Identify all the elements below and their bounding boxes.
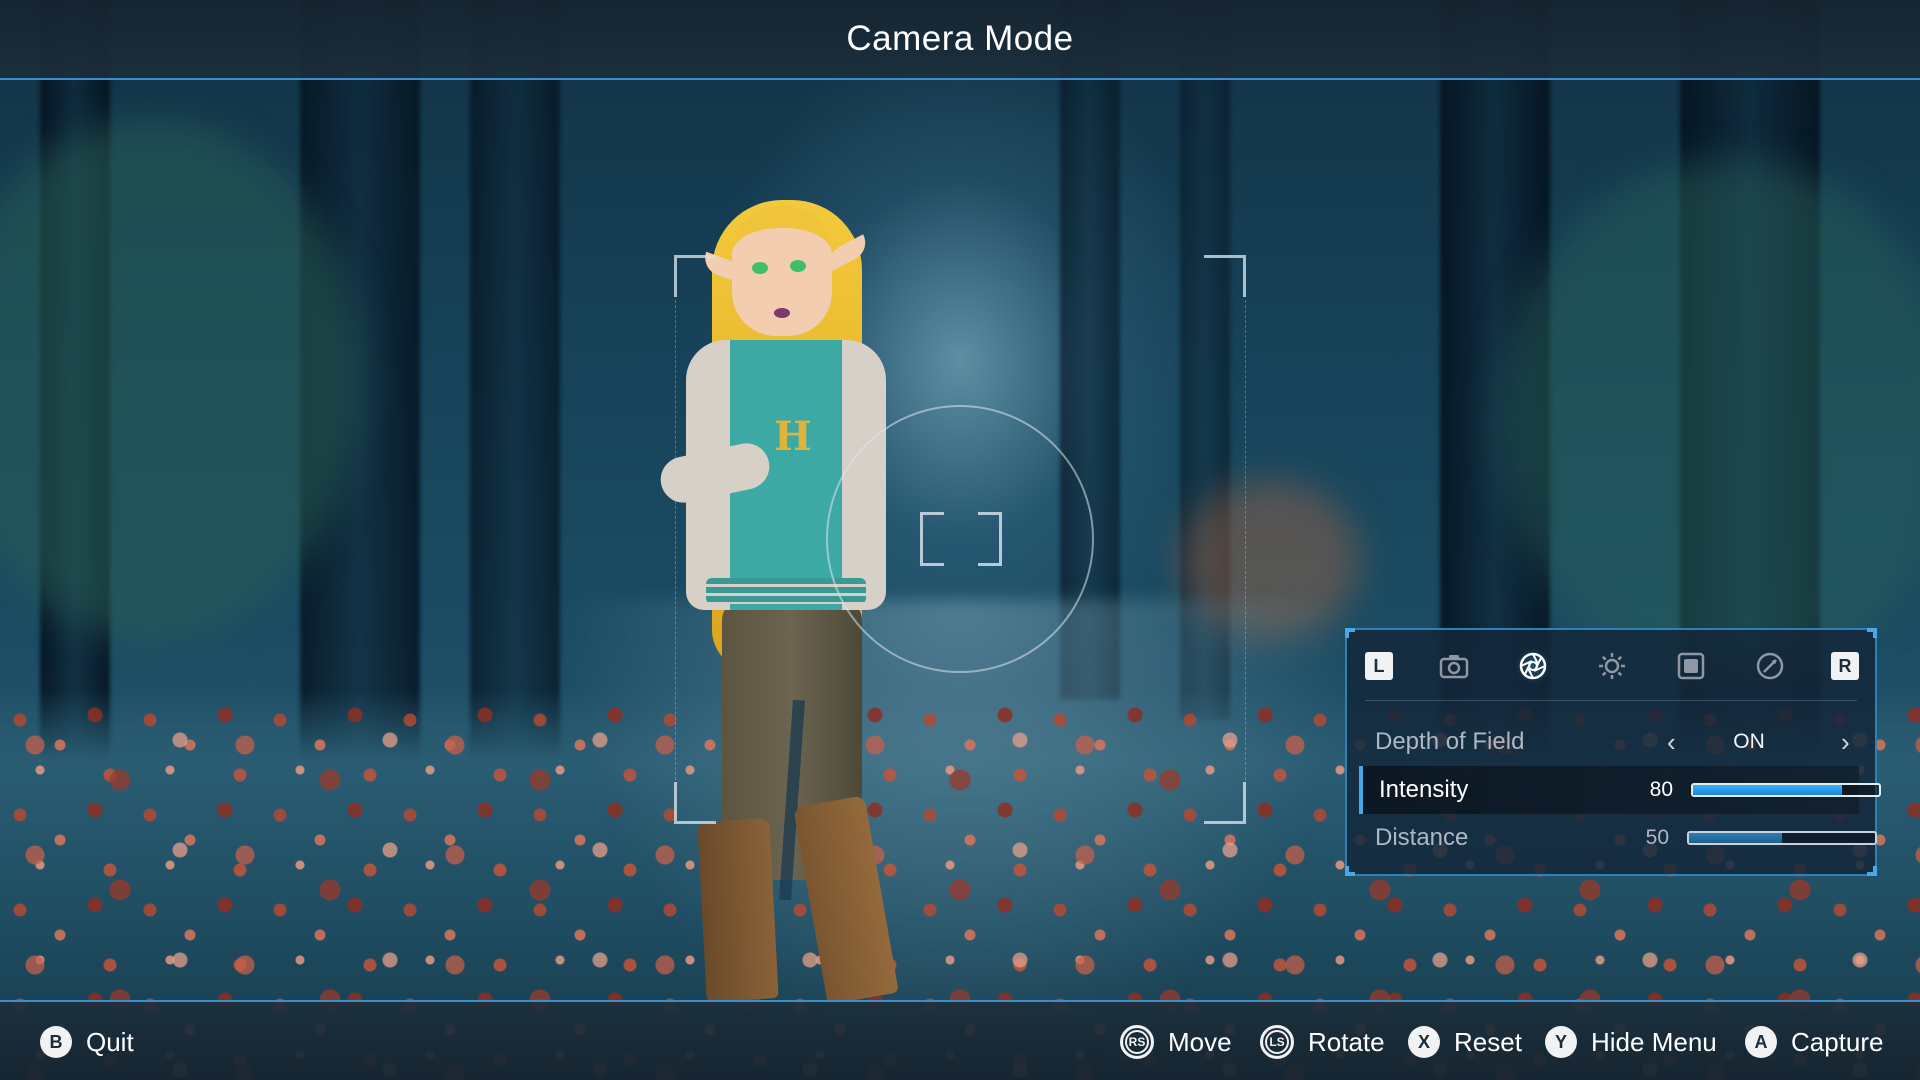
camera-icon <box>1439 655 1469 679</box>
character-boot <box>793 795 899 1005</box>
control-hints-bar: B Quit RS Move LS Rotate X Reset Y Hide … <box>0 1000 1920 1080</box>
hint-label: Capture <box>1791 1026 1884 1057</box>
frame-guide-line <box>1245 300 1246 780</box>
panel-corner <box>1867 628 1877 638</box>
filter-icon <box>1756 652 1784 680</box>
character-eye <box>790 260 806 272</box>
option-value: ON <box>1733 730 1765 753</box>
setting-label: Depth of Field <box>1375 728 1525 755</box>
frame-corner-top-right <box>1204 255 1246 297</box>
rotate-hint[interactable]: LS Rotate <box>1260 1022 1385 1062</box>
character-mouth <box>774 308 790 318</box>
quit-hint[interactable]: B Quit <box>40 1022 134 1062</box>
setting-depth-of-field[interactable]: Depth of Field ‹ ON › <box>1359 718 1859 766</box>
focus-ring <box>826 405 1094 673</box>
chevron-left-icon[interactable]: ‹ <box>1667 727 1676 758</box>
tree-trunk <box>470 0 560 760</box>
panel-corner <box>1345 866 1355 876</box>
tab-frame[interactable] <box>1673 648 1709 684</box>
character-eye <box>752 262 768 274</box>
left-bumper-button[interactable]: L <box>1365 652 1393 680</box>
distance-slider[interactable] <box>1687 831 1877 845</box>
aperture-icon <box>1519 652 1547 680</box>
setting-label: Intensity <box>1379 776 1469 803</box>
slider-fill <box>1689 833 1782 843</box>
reset-hint[interactable]: X Reset <box>1408 1022 1522 1062</box>
settings-tab-bar: L R <box>1365 646 1859 686</box>
tab-camera[interactable] <box>1436 648 1472 684</box>
panel-corner <box>1867 866 1877 876</box>
brightness-icon <box>1599 653 1625 679</box>
tab-depth-of-field[interactable] <box>1515 648 1551 684</box>
setting-value: 50 <box>1645 826 1669 849</box>
foliage <box>1500 160 1920 680</box>
intensity-slider[interactable] <box>1691 783 1881 797</box>
hide-menu-hint[interactable]: Y Hide Menu <box>1545 1022 1717 1062</box>
x-button-icon: X <box>1408 1026 1440 1058</box>
y-button-icon: Y <box>1545 1026 1577 1058</box>
focus-bracket-left <box>920 512 944 566</box>
hint-label: Hide Menu <box>1591 1026 1717 1057</box>
tabs-divider <box>1365 700 1857 701</box>
right-stick-icon: RS <box>1120 1025 1154 1059</box>
chevron-right-icon[interactable]: › <box>1841 727 1850 758</box>
frame-corner-bottom-left <box>674 782 716 824</box>
capture-hint[interactable]: A Capture <box>1745 1022 1884 1062</box>
title-bar: Camera Mode <box>0 0 1920 80</box>
setting-distance[interactable]: Distance 50 <box>1359 814 1877 862</box>
hint-label: Rotate <box>1308 1026 1385 1057</box>
left-stick-icon: LS <box>1260 1025 1294 1059</box>
setting-value: 80 <box>1649 778 1673 801</box>
hint-label: Reset <box>1454 1026 1522 1057</box>
b-button-icon: B <box>40 1026 72 1058</box>
jacket-letter-emblem: H <box>774 413 812 460</box>
tab-lighting[interactable] <box>1594 648 1630 684</box>
frame-corner-top-left <box>674 255 716 297</box>
frame-icon <box>1677 652 1705 680</box>
frame-corner-bottom-right <box>1204 782 1246 824</box>
right-bumper-button[interactable]: R <box>1831 652 1859 680</box>
hint-label: Quit <box>86 1026 134 1057</box>
a-button-icon: A <box>1745 1026 1777 1058</box>
slider-fill <box>1693 785 1842 795</box>
character-boot <box>697 818 779 1002</box>
setting-label: Distance <box>1375 824 1469 851</box>
focus-bracket-right <box>978 512 1002 566</box>
setting-intensity[interactable]: Intensity 80 <box>1359 766 1881 814</box>
panel-corner <box>1345 628 1355 638</box>
page-title: Camera Mode <box>846 19 1074 58</box>
frame-guide-line <box>675 300 676 780</box>
camera-settings-panel: L R Depth of Field ‹ ON › Intensity 80 D… <box>1345 628 1881 876</box>
move-hint[interactable]: RS Move <box>1120 1022 1232 1062</box>
tab-filter[interactable] <box>1752 648 1788 684</box>
hint-label: Move <box>1168 1026 1232 1057</box>
